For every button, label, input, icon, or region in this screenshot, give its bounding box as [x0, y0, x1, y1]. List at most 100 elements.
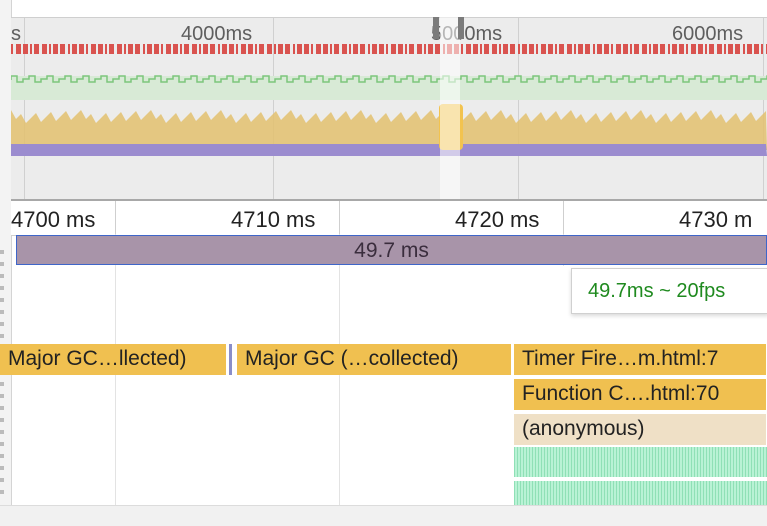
gutter-marker: [0, 286, 4, 290]
flame-entry-timer-fired[interactable]: Timer Fire…m.html:7: [514, 344, 767, 375]
frame-marker: [623, 44, 628, 54]
frame-marker: [229, 44, 234, 54]
overview-selection-window[interactable]: [440, 17, 460, 199]
frame-marker: [323, 44, 328, 54]
ruler-label: 4720 ms: [455, 207, 540, 232]
activity-stripe: [601, 447, 602, 505]
frame-marker: [372, 44, 377, 54]
activity-stripe: [691, 447, 692, 505]
overview-activity-graph: [11, 44, 767, 156]
frame-marker: [747, 44, 752, 54]
activity-stripe: [550, 447, 551, 505]
activity-stripe: [697, 447, 698, 505]
bottom-scroll-strip[interactable]: [0, 505, 767, 526]
activity-separator: [514, 477, 767, 481]
ruler-label: 4730 m: [679, 207, 753, 232]
flame-entry-label: Major GC…llected): [8, 347, 187, 370]
activity-stripe: [631, 447, 632, 505]
frame-marker: [98, 44, 103, 54]
frame-marker: [30, 44, 32, 54]
frame-marker: [604, 44, 609, 54]
frame-marker: [480, 44, 482, 54]
gutter-marker: [0, 466, 4, 470]
activity-stripe: [598, 447, 599, 505]
activity-stripe: [514, 447, 515, 505]
activity-stripe: [709, 447, 710, 505]
activity-stripe: [562, 447, 563, 505]
flame-entry-major-gc[interactable]: Major GC (…collected): [237, 344, 512, 375]
activity-stripe: [619, 447, 620, 505]
activity-stripe: [583, 447, 584, 505]
frame-marker: [717, 44, 722, 54]
activity-stripe: [718, 447, 719, 505]
frame-marker: [391, 44, 396, 54]
activity-stripe: [604, 447, 605, 505]
gutter-marker: [0, 250, 4, 254]
frame-marker: [267, 44, 272, 54]
frame-marker: [248, 44, 253, 54]
frame-marker: [349, 44, 351, 54]
activity-stripe: [757, 447, 758, 505]
activity-stripe: [751, 447, 752, 505]
activity-stripe: [667, 447, 668, 505]
activity-stripe: [607, 447, 608, 505]
frame-marker: [660, 44, 665, 54]
selection-left-handle[interactable]: [433, 17, 439, 39]
flame-entry-anonymous[interactable]: (anonymous): [514, 414, 767, 445]
activity-stripe: [538, 447, 539, 505]
flame-entry-major-gc[interactable]: Major GC…llected): [0, 344, 227, 375]
frame-marker: [360, 44, 365, 54]
activity-stripe: [730, 447, 731, 505]
frame-marker: [161, 44, 163, 54]
frame-marker: [585, 44, 590, 54]
frame-marker: [705, 44, 707, 54]
activity-stripe: [703, 447, 704, 505]
activity-stripe: [517, 447, 518, 505]
frame-marker: [285, 44, 290, 54]
gutter-marker: [0, 418, 4, 422]
activity-stripe: [763, 447, 764, 505]
frame-tooltip: 49.7ms ~ 20fps: [571, 268, 767, 314]
activity-stripe: [571, 447, 572, 505]
activity-stripe: [685, 447, 686, 505]
flame-entry-label: Major GC (…collected): [245, 347, 459, 370]
gutter-marker: [0, 262, 4, 266]
frame-marker: [518, 44, 520, 54]
frame-marker: [466, 44, 471, 54]
frame-marker: [428, 44, 433, 54]
frame-marker: [616, 44, 621, 54]
frame-marker: [536, 44, 538, 54]
activity-stripe: [673, 447, 674, 505]
flame-entry-label: Timer Fire…m.html:7: [522, 347, 719, 370]
gutter-marker: [0, 298, 4, 302]
frame-marker: [199, 44, 201, 54]
frame-marker: [34, 44, 39, 54]
activity-stripe: [553, 447, 554, 505]
activity-stripe: [664, 447, 665, 505]
activity-stripe: [580, 447, 581, 505]
activity-stripe: [610, 447, 611, 505]
frame-marker: [222, 44, 227, 54]
activity-stripe: [706, 447, 707, 505]
frame-bar[interactable]: 49.7 ms: [16, 235, 767, 265]
frame-marker: [109, 44, 114, 54]
activity-stripe: [568, 447, 569, 505]
frame-marker: [593, 44, 595, 54]
frame-marker: [634, 44, 639, 54]
frame-marker: [16, 44, 21, 54]
activity-stripe: [535, 447, 536, 505]
frame-marker: [754, 44, 759, 54]
frame-marker: [653, 44, 658, 54]
activity-stripe: [595, 447, 596, 505]
timeline-overview[interactable]: s 4000ms 5000ms 6000ms: [11, 17, 767, 200]
frame-marker: [679, 44, 684, 54]
selection-right-handle[interactable]: [458, 17, 464, 39]
activity-stripe: [523, 447, 524, 505]
frame-marker: [330, 44, 332, 54]
frame-marker: [236, 44, 238, 54]
frame-marker: [417, 44, 422, 54]
flame-entry-function-call[interactable]: Function C….html:70: [514, 379, 767, 410]
flame-entry-activity-block[interactable]: [514, 447, 767, 505]
frame-marker: [180, 44, 182, 54]
gutter-marker: [0, 382, 4, 386]
